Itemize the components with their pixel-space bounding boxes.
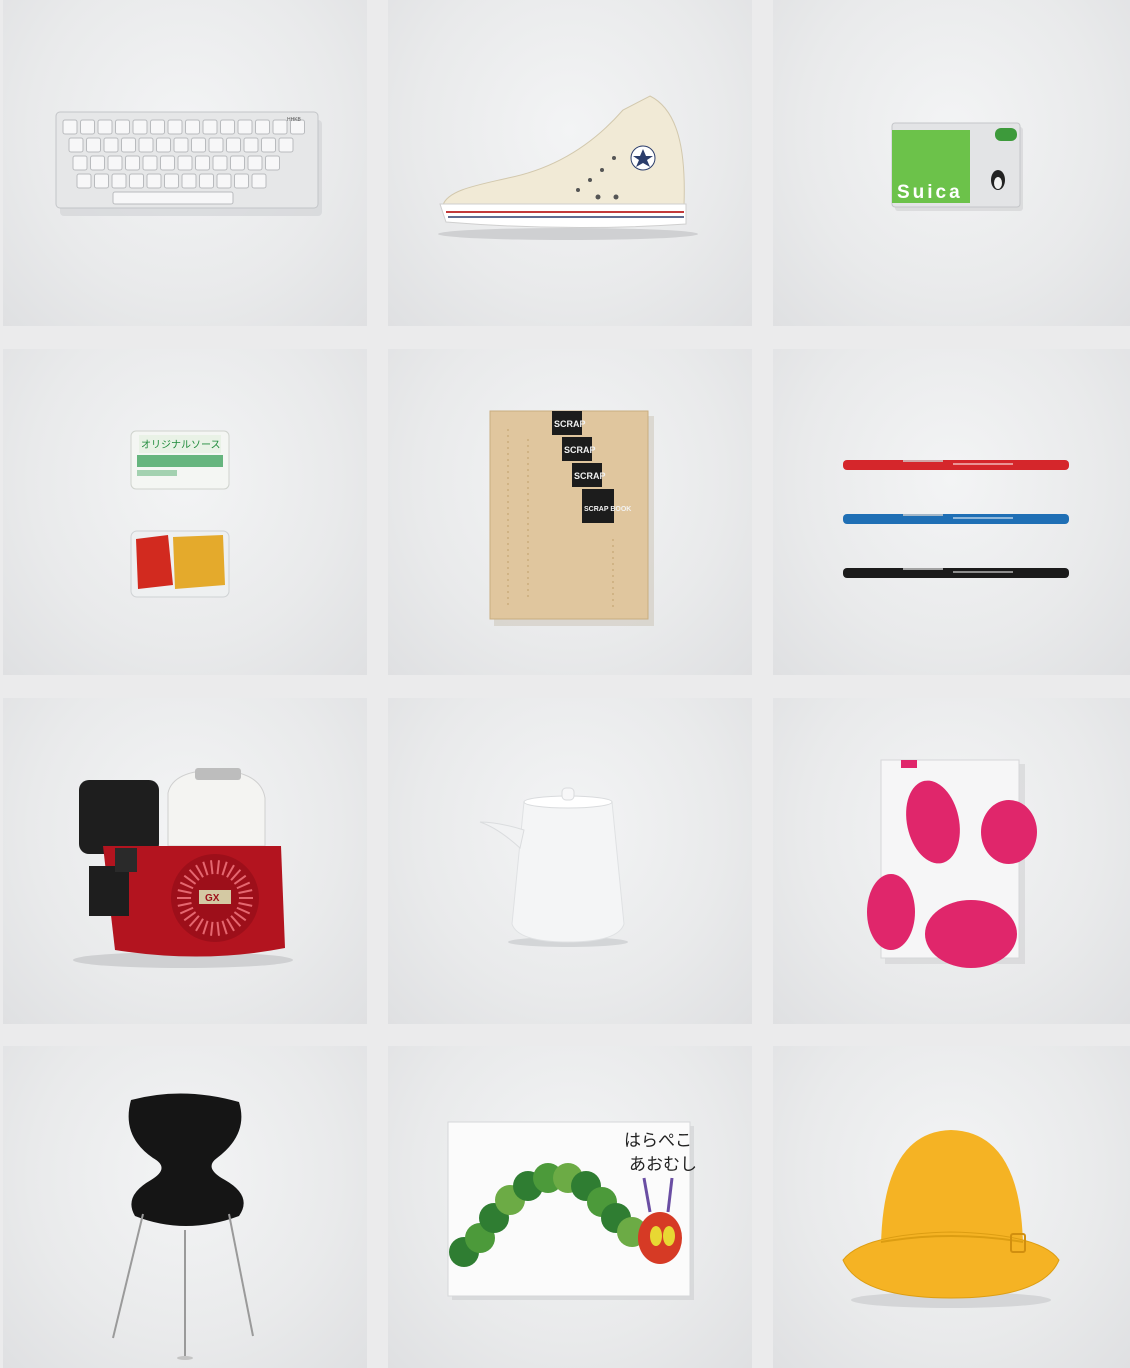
key xyxy=(199,173,214,189)
felt-pen-icon xyxy=(843,460,1069,578)
pen xyxy=(843,514,1069,524)
key xyxy=(265,155,280,171)
pen xyxy=(843,460,1069,470)
book-title-line-2: あおむし xyxy=(629,1155,697,1174)
pen xyxy=(843,568,1069,578)
keyboard-icon: HHKB xyxy=(55,111,322,216)
sauce-packet-icon: オリジナルソース xyxy=(130,430,230,598)
engine-label: GX xyxy=(205,893,220,904)
tile-gift-box[interactable] xyxy=(773,698,1130,1024)
space-key xyxy=(112,191,234,205)
key xyxy=(103,137,119,153)
tile-pens[interactable] xyxy=(773,349,1130,675)
key xyxy=(160,155,175,171)
key xyxy=(237,119,253,135)
tile-scrapbook[interactable]: SCRAP SCRAP SCRAP SCRAP BOOK xyxy=(388,349,752,675)
key xyxy=(121,137,136,153)
tile-sauce-packets[interactable]: オリジナルソース xyxy=(3,349,367,675)
high-top-sneaker-icon xyxy=(438,95,698,240)
book-icon: はらぺこ あおむし xyxy=(447,1121,697,1300)
key xyxy=(90,155,105,171)
tile-keyboard[interactable]: HHKB xyxy=(3,0,367,326)
key xyxy=(272,119,288,135)
tile-picture-book[interactable]: はらぺこ あおむし xyxy=(388,1046,752,1368)
key xyxy=(261,137,276,153)
transit-card-icon: Suica xyxy=(891,122,1023,211)
engine-icon: GX xyxy=(73,768,293,968)
key xyxy=(107,155,123,171)
key xyxy=(167,119,183,135)
key xyxy=(94,173,109,189)
tile-engine[interactable]: GX xyxy=(3,698,367,1024)
key xyxy=(181,173,197,189)
book-title-line-1: はらぺこ xyxy=(624,1131,692,1150)
key xyxy=(208,137,224,153)
key xyxy=(80,119,95,135)
scrapbook-label-2: SCRAP xyxy=(564,445,596,455)
hat-icon xyxy=(842,1130,1060,1308)
key xyxy=(220,119,235,135)
notebook-icon: SCRAP SCRAP SCRAP SCRAP BOOK xyxy=(489,410,654,626)
key xyxy=(216,173,232,189)
key xyxy=(68,137,84,153)
key xyxy=(243,137,259,153)
key xyxy=(97,119,113,135)
key xyxy=(202,119,218,135)
key xyxy=(129,173,144,189)
key xyxy=(76,173,92,189)
sauce-label: オリジナルソース xyxy=(141,439,221,451)
key xyxy=(164,173,179,189)
tile-sneaker[interactable] xyxy=(388,0,752,326)
key xyxy=(173,137,189,153)
key xyxy=(185,119,200,135)
key xyxy=(226,137,241,153)
scrapbook-label-4: SCRAP BOOK xyxy=(584,506,631,513)
key xyxy=(150,119,165,135)
tile-soy-sauce-pot[interactable] xyxy=(388,698,752,1024)
scrapbook-label-3: SCRAP xyxy=(574,471,606,481)
product-gallery: HHKB Suica オリジナルソース SCRAP SCRAP SCRAP SC… xyxy=(0,0,1130,1368)
tile-ic-card[interactable]: Suica xyxy=(773,0,1130,326)
key xyxy=(125,155,140,171)
scrapbook-label-1: SCRAP xyxy=(554,419,586,429)
key xyxy=(251,173,267,189)
key xyxy=(230,155,245,171)
key xyxy=(132,119,148,135)
key xyxy=(212,155,228,171)
key xyxy=(72,155,88,171)
keyboard-brand-label: HHKB xyxy=(287,117,302,123)
key xyxy=(138,137,154,153)
tile-school-hat[interactable] xyxy=(773,1046,1130,1368)
key xyxy=(156,137,171,153)
key xyxy=(255,119,270,135)
key xyxy=(62,119,78,135)
key xyxy=(195,155,210,171)
key xyxy=(278,137,294,153)
key xyxy=(177,155,193,171)
key xyxy=(146,173,162,189)
key xyxy=(234,173,249,189)
key xyxy=(115,119,130,135)
key xyxy=(86,137,101,153)
key xyxy=(111,173,127,189)
chair-icon xyxy=(112,1093,254,1360)
tile-ant-chair[interactable] xyxy=(3,1046,367,1368)
key xyxy=(142,155,158,171)
card-brand-label: Suica xyxy=(897,182,963,203)
key xyxy=(191,137,206,153)
soy-sauce-pot-icon xyxy=(479,787,628,947)
gift-box-icon xyxy=(867,759,1037,968)
key xyxy=(247,155,263,171)
